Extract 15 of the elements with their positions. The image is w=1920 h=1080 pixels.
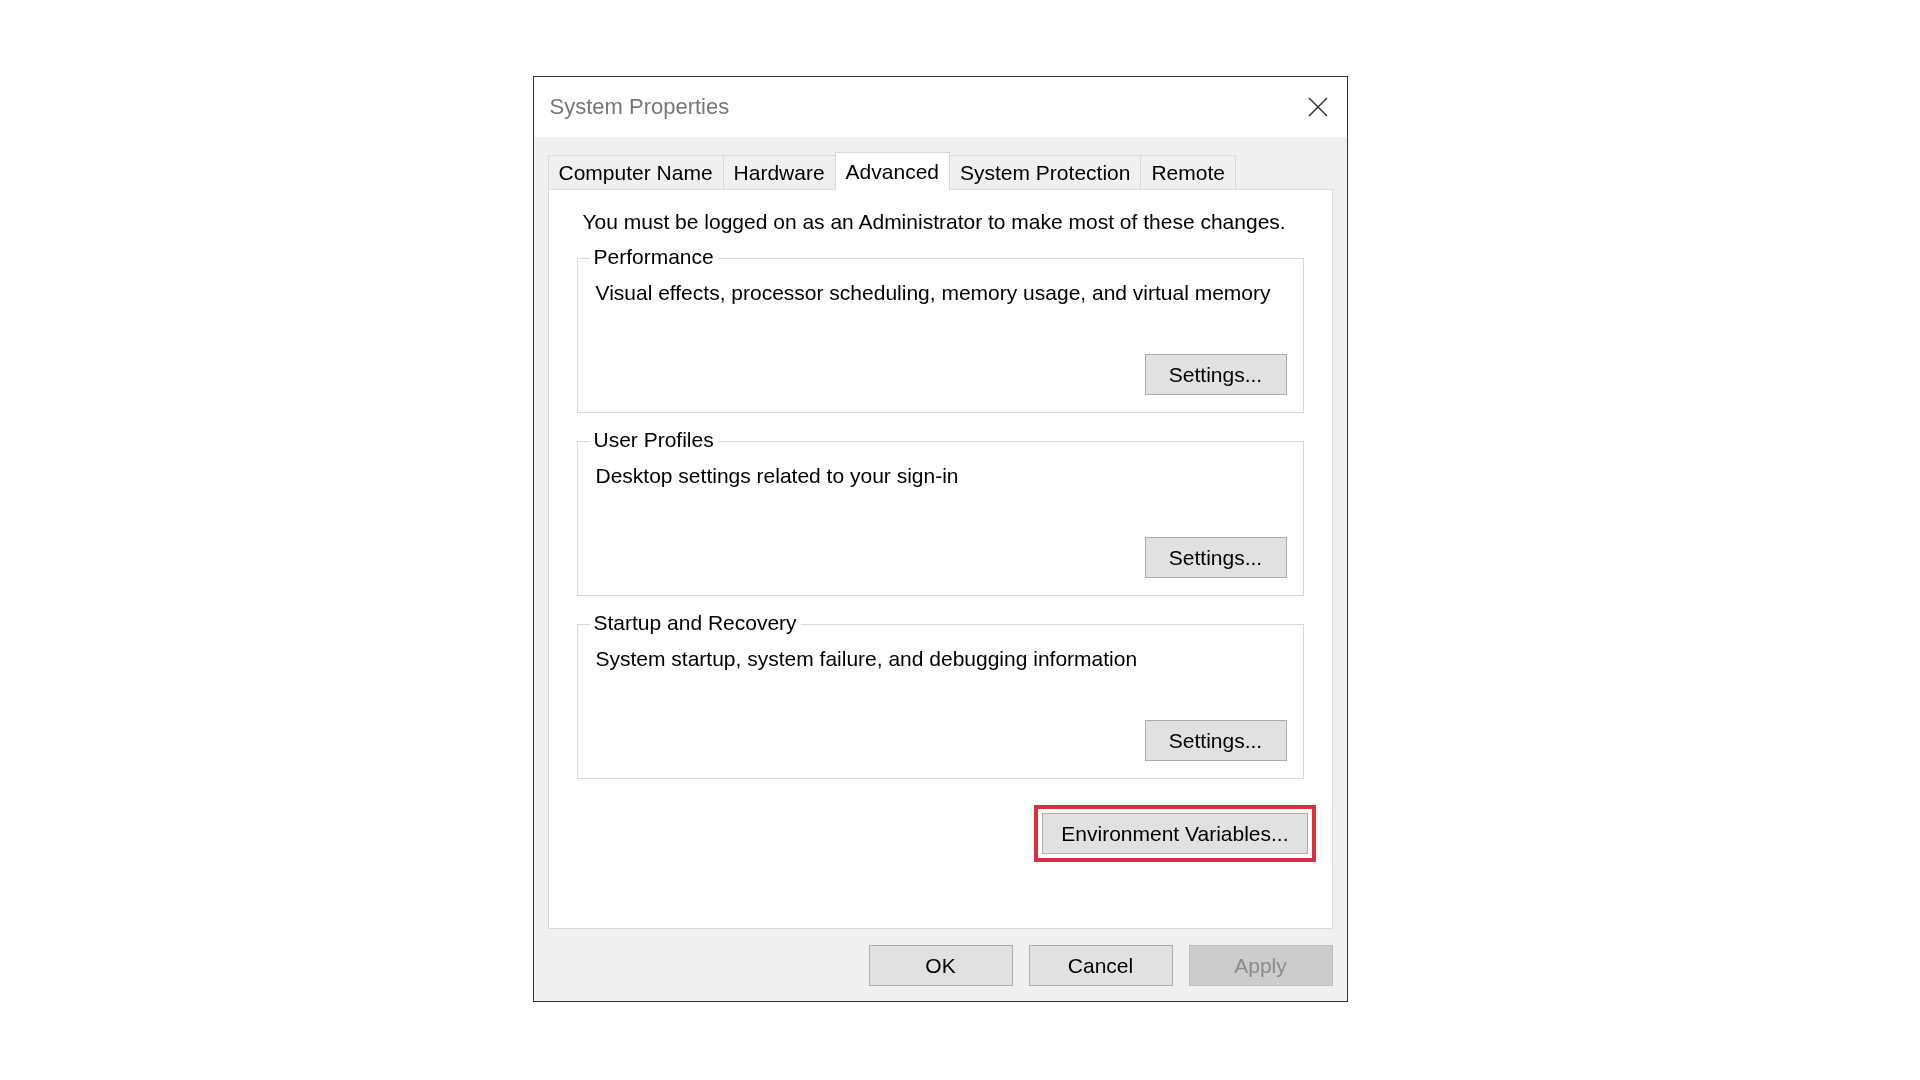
notice-text: You must be logged on as an Administrator to make most of these changes. — [581, 210, 1287, 234]
dialog-button[interactable]: Cancel — [1028, 945, 1173, 986]
settings-button[interactable]: Settings... — [1144, 537, 1287, 578]
window-title: System Properties — [549, 94, 730, 120]
tab[interactable]: Computer Name — [547, 155, 724, 189]
tab[interactable]: Advanced — [834, 152, 950, 190]
group-description: Visual effects, processor scheduling, memory usage, and virtual memory — [595, 281, 1272, 305]
group-description: System startup, system failure, and debugging information — [595, 647, 1139, 671]
settings-button[interactable]: Settings... — [1144, 354, 1287, 395]
close-icon[interactable] — [1306, 96, 1329, 118]
settings-button[interactable]: Settings... — [1144, 720, 1287, 761]
tab[interactable]: Remote — [1140, 155, 1236, 189]
group-description: Desktop settings related to your sign-in — [595, 464, 960, 488]
dialog-button[interactable]: OK — [868, 945, 1013, 986]
environment-variables-button[interactable]: Environment Variables... — [1042, 813, 1308, 854]
